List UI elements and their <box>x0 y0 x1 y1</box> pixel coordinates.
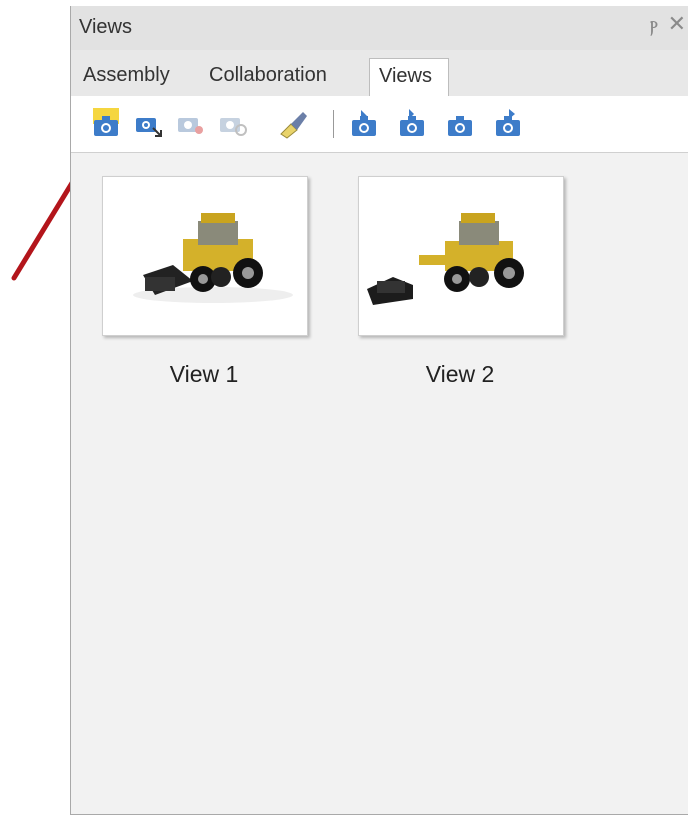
tab-bar: Assembly Collaboration Views <box>71 50 688 97</box>
paint-brush-icon <box>280 112 307 139</box>
panel-titlebar: Views ⲣ ✕ <box>71 6 688 50</box>
toolbar-separator <box>333 110 334 138</box>
move-first-camera-icon <box>352 110 376 136</box>
move-up-camera-icon <box>400 109 424 136</box>
new-view-camera-icon <box>93 108 119 136</box>
views-panel: Views ⲣ ✕ Assembly Collaboration Views V… <box>70 6 688 815</box>
tab-views[interactable]: Views <box>369 58 449 96</box>
panel-title: Views <box>79 16 132 38</box>
view-label-1: View 1 <box>169 361 239 387</box>
loader-model-image <box>367 213 524 305</box>
view-settings-button[interactable] <box>217 108 247 140</box>
loader-model-image <box>133 213 293 303</box>
pin-icon[interactable]: ⲣ <box>650 14 658 36</box>
delete-view-button[interactable] <box>175 108 205 140</box>
move-down-camera-icon <box>448 116 472 136</box>
delete-view-camera-icon <box>178 118 203 134</box>
update-view-button[interactable] <box>133 108 163 140</box>
view-thumbnail-1[interactable] <box>102 176 308 336</box>
view-thumbnail-2[interactable] <box>358 176 564 336</box>
move-last-camera-icon <box>496 109 520 136</box>
tab-collaboration[interactable]: Collaboration <box>209 64 327 87</box>
update-view-camera-icon <box>136 118 162 137</box>
view-settings-camera-icon <box>220 118 247 136</box>
views-content-area: View 1 View 2 <box>71 153 688 814</box>
close-icon[interactable]: ✕ <box>668 14 686 36</box>
new-view-button[interactable] <box>91 108 121 140</box>
move-up-button[interactable] <box>397 108 427 140</box>
view-label-2: View 2 <box>425 361 495 387</box>
views-toolbar <box>71 96 688 153</box>
move-first-button[interactable] <box>349 108 379 140</box>
paint-brush-button[interactable] <box>277 108 307 140</box>
move-last-button[interactable] <box>493 108 523 140</box>
move-down-button[interactable] <box>445 108 475 140</box>
tab-assembly[interactable]: Assembly <box>83 64 170 87</box>
